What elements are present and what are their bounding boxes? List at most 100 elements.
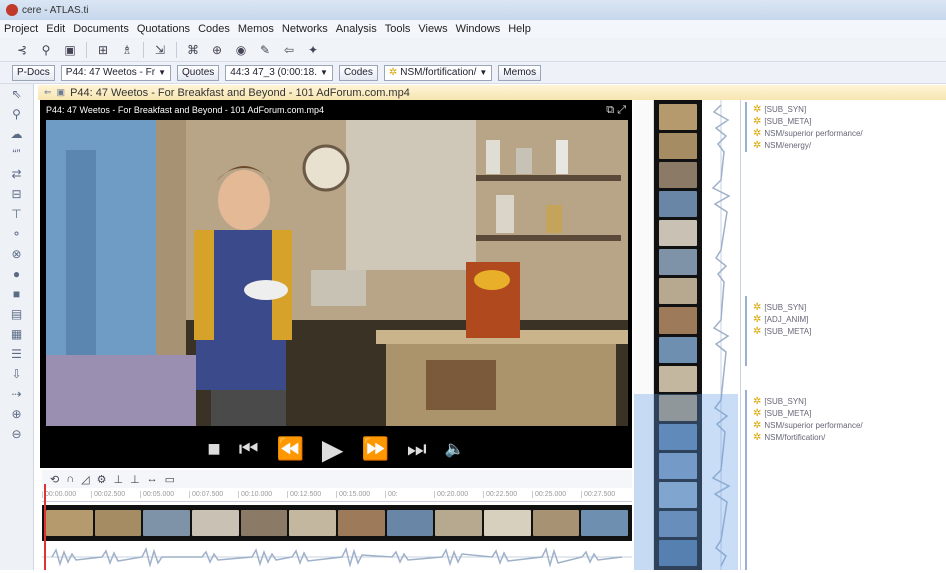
menu-analysis[interactable]: Analysis <box>336 23 377 35</box>
margin-code[interactable]: ✲ NSM/fortification/ <box>753 432 863 443</box>
margin-toggle-icon[interactable]: ▦ <box>11 326 22 342</box>
cursor-tool-icon[interactable]: ⇖ <box>11 86 21 102</box>
query-tool-icon[interactable]: ⌘ <box>185 43 201 57</box>
quotation-bracket[interactable] <box>745 296 747 366</box>
search-icon[interactable]: ⚲ <box>12 106 21 122</box>
margin-code[interactable]: ✲ [SUB_META] <box>753 116 863 127</box>
network-view-icon[interactable]: ⊕ <box>209 43 225 57</box>
memo-icon[interactable]: ● <box>13 266 20 282</box>
fast-forward-icon[interactable]: ⏩ <box>361 436 388 462</box>
document-tab[interactable]: ⇐ ▣ P44: 47 Weetos - For Breakfast and B… <box>38 85 946 100</box>
menu-project[interactable]: Project <box>4 23 38 35</box>
waveform-graphic <box>42 546 632 568</box>
panel-toggle-icon[interactable]: ▤ <box>11 306 22 322</box>
codes-button[interactable]: Codes <box>338 64 378 81</box>
code-label: [SUB_SYN] <box>764 303 807 312</box>
menu-networks[interactable]: Networks <box>282 23 328 35</box>
audio-waveform[interactable] <box>42 544 632 570</box>
quotation-bracket[interactable] <box>745 102 747 152</box>
ruler-tick: 00:02.500 <box>91 491 140 498</box>
navigate-icon[interactable]: ⇢ <box>11 386 21 402</box>
set-end-icon[interactable]: ⊥ <box>130 473 140 486</box>
export-icon[interactable]: ⇩ <box>11 366 21 382</box>
menu-documents[interactable]: Documents <box>73 23 129 35</box>
list-icon[interactable]: ☰ <box>11 346 22 362</box>
edit-pen-icon[interactable]: ✎ <box>257 43 273 57</box>
code-list-icon[interactable]: ⚬ <box>11 226 21 242</box>
playhead[interactable] <box>44 484 46 570</box>
code-icon: ✲ <box>753 314 762 325</box>
menu-quotations[interactable]: Quotations <box>137 23 190 35</box>
headphones-icon[interactable]: ∩ <box>66 473 74 485</box>
left-toolbar: ⇖ ⚲ ☁ “” ⇄ ⊟ ⊤ ⚬ ⊗ ● ■ ▤ ▦ ☰ ⇩ ⇢ ⊕ ⊖ <box>0 84 34 570</box>
skip-forward-icon[interactable]: ⏭ <box>407 436 427 462</box>
code-icon: ✲ <box>753 104 762 115</box>
menu-memos[interactable]: Memos <box>238 23 274 35</box>
margin-code[interactable]: ✲ [SUB_SYN] <box>753 104 863 115</box>
fit-icon[interactable]: ▭ <box>165 473 175 486</box>
new-project-icon[interactable]: ⊰ <box>14 43 30 57</box>
code-group-3: ✲ [SUB_SYN] ✲ [SUB_META] ✲ NSM/superior per… <box>753 396 863 443</box>
tag-tool-icon[interactable]: ⊤ <box>11 206 21 222</box>
loop-icon[interactable]: ⟲ <box>50 473 59 486</box>
zoom-in-icon[interactable]: ⊕ <box>11 406 21 422</box>
video-frame[interactable] <box>46 120 628 426</box>
vertical-timeline[interactable] <box>634 100 738 570</box>
film-frame <box>94 510 142 536</box>
margin-code[interactable]: ✲ [SUB_META] <box>753 326 811 337</box>
memos-button[interactable]: Memos <box>498 64 542 81</box>
code-select[interactable]: ✲ NSM/fortification/ ▼ <box>383 64 493 81</box>
quotation-bracket[interactable] <box>745 390 747 570</box>
quotes-button[interactable]: Quotes <box>177 64 220 81</box>
set-start-icon[interactable]: ⊥ <box>113 473 123 486</box>
save-icon[interactable]: ▣ <box>62 43 78 57</box>
margin-code[interactable]: ✲ NSM/superior performance/ <box>753 128 863 139</box>
margin-code[interactable]: ✲ [SUB_SYN] <box>753 396 863 407</box>
navigate-back-icon[interactable]: ⇦ <box>281 43 297 57</box>
popout-icon[interactable]: ⧉ ⤢ <box>606 104 626 117</box>
film-frame <box>659 104 697 131</box>
code-icon: ✲ <box>753 432 762 443</box>
menu-edit[interactable]: Edit <box>46 23 65 35</box>
video-still-kitchen <box>46 120 628 426</box>
pdoc-select[interactable]: P44: 47 Weetos - Fr ▼ <box>60 64 172 81</box>
volume-ramp-icon[interactable]: ◿ <box>81 473 89 486</box>
open-icon[interactable]: ⚲ <box>38 43 54 57</box>
play-icon[interactable]: ▶ <box>322 433 344 466</box>
margin-code[interactable]: ✲ [ADJ_ANIM] <box>753 314 811 325</box>
color-icon[interactable]: ■ <box>13 286 20 302</box>
timeline-ruler[interactable]: 00:00.000 00:02.500 00:05.000 00:07.500 … <box>42 488 632 502</box>
search-binoculars-icon[interactable]: ♗ <box>119 43 135 57</box>
ruler-tick: 00:05.000 <box>140 491 189 498</box>
volume-icon[interactable]: 🔈 <box>445 439 465 459</box>
zoom-range-icon[interactable]: ↔ <box>147 473 158 485</box>
skip-back-icon[interactable]: ⏮ <box>239 436 259 462</box>
margin-code[interactable]: ✲ NSM/superior performance/ <box>753 420 863 431</box>
margin-code[interactable]: ✲ NSM/energy/ <box>753 140 863 151</box>
rewind-icon[interactable]: ⏪ <box>277 436 304 462</box>
pdocs-button[interactable]: P-Docs <box>12 64 55 81</box>
zoom-out-icon[interactable]: ⊖ <box>11 426 21 442</box>
menu-windows[interactable]: Windows <box>456 23 501 35</box>
settings-icon[interactable]: ⚙ <box>97 473 107 486</box>
wrench-icon[interactable]: ✦ <box>305 43 321 57</box>
menu-help[interactable]: Help <box>508 23 531 35</box>
link-icon[interactable]: ⊗ <box>11 246 21 262</box>
menu-codes[interactable]: Codes <box>198 23 230 35</box>
quotation-tool-icon[interactable]: ⊟ <box>11 186 21 202</box>
import-icon[interactable]: ⇲ <box>152 43 168 57</box>
menu-views[interactable]: Views <box>418 23 447 35</box>
horizontal-filmstrip[interactable] <box>42 505 632 541</box>
text-tool-icon[interactable]: “” <box>13 146 21 162</box>
margin-code[interactable]: ✲ [SUB_META] <box>753 408 863 419</box>
margin-code[interactable]: ✲ [SUB_SYN] <box>753 302 811 313</box>
code-tool-icon[interactable]: ⇄ <box>11 166 21 182</box>
menu-tools[interactable]: Tools <box>385 23 411 35</box>
video-player[interactable]: P44: 47 Weetos - For Breakfast and Beyon… <box>40 100 632 468</box>
stop-icon[interactable]: ■ <box>207 436 220 462</box>
quote-select[interactable]: 44:3 47_3 (0:00:18. ▼ <box>225 64 333 81</box>
code-label: NSM/superior performance/ <box>764 421 863 430</box>
add-document-icon[interactable]: ⊞ <box>95 43 111 57</box>
comment-icon[interactable]: ☁ <box>11 126 23 142</box>
globe-icon[interactable]: ◉ <box>233 43 249 57</box>
